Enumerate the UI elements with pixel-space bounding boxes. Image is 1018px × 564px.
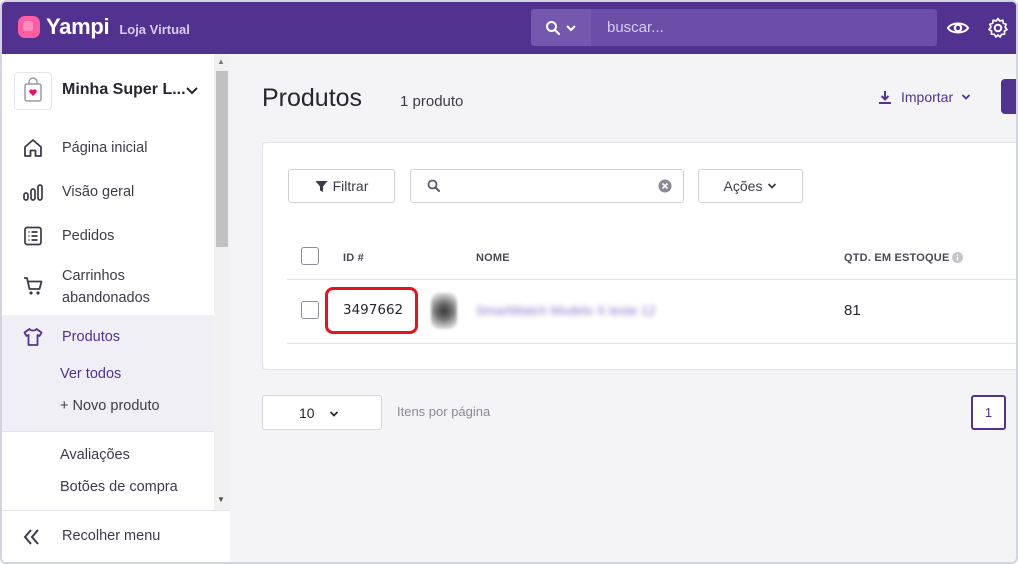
highlight-annotation: [325, 287, 418, 334]
per-page-select[interactable]: 10: [262, 395, 382, 430]
per-page-value: 10: [299, 405, 315, 421]
brand-name: Yampi: [46, 14, 110, 39]
list-icon: [24, 226, 42, 246]
sidebar-item-reviews[interactable]: Avaliações: [60, 447, 130, 463]
cart-icon: [24, 277, 43, 295]
import-button[interactable]: Importar: [877, 89, 971, 105]
sidebar-item-orders[interactable]: Pedidos: [2, 224, 214, 248]
sidebar-item-label: Produtos: [62, 329, 121, 345]
top-bar: Yampi Loja Virtual buscar...: [2, 2, 1016, 54]
yampi-logo-icon: [18, 16, 40, 38]
bar-chart-icon: [23, 184, 43, 201]
search-scope-button[interactable]: [531, 9, 591, 46]
product-count: 1 produto: [400, 93, 464, 110]
sidebar: Minha Super L... Página inicial Visão ge…: [2, 54, 230, 562]
double-chevron-left-icon: [23, 529, 39, 545]
row-divider: [287, 343, 1016, 344]
info-icon[interactable]: [952, 252, 963, 263]
store-switcher[interactable]: Minha Super L...: [2, 54, 214, 126]
shirt-icon: [23, 328, 43, 346]
chevron-down-icon: [961, 94, 971, 100]
chevron-down-icon: [186, 87, 198, 95]
product-stock-qty: 81: [844, 302, 861, 319]
new-product-button[interactable]: [1001, 79, 1016, 114]
sidebar-item-label: Carrinhos abandonados: [62, 268, 150, 306]
pagination-page-1[interactable]: 1: [971, 395, 1006, 430]
import-label: Importar: [901, 89, 954, 105]
sidebar-item-abandoned-carts[interactable]: Carrinhos abandonados: [2, 264, 214, 308]
sidebar-subitem-view-all[interactable]: Ver todos: [60, 366, 121, 382]
clear-icon[interactable]: [658, 179, 672, 193]
product-name-link[interactable]: SmartWatch Modelo X teste 12: [476, 303, 655, 318]
sidebar-item-label: Página inicial: [62, 140, 148, 156]
actions-dropdown[interactable]: Ações: [698, 169, 803, 203]
app-window: Yampi Loja Virtual buscar... Minha Super…: [0, 0, 1018, 564]
sidebar-subitem-new-product[interactable]: + Novo produto: [60, 398, 160, 414]
sidebar-item-label: Pedidos: [62, 228, 115, 244]
sidebar-item-buy-buttons[interactable]: Botões de compra: [60, 479, 178, 495]
sidebar-scrollbar-thumb[interactable]: [216, 71, 228, 247]
products-table-card: Filtrar Ações ID # NOME QTD. EM ESTOQUE …: [262, 142, 1016, 370]
sidebar-item-overview[interactable]: Visão geral: [2, 180, 214, 204]
per-page-label: Itens por página: [397, 404, 491, 419]
column-header-name[interactable]: NOME: [476, 252, 510, 264]
actions-label: Ações: [723, 178, 763, 194]
chevron-down-icon: [566, 24, 576, 31]
sidebar-item-home[interactable]: Página inicial: [2, 136, 214, 160]
select-all-checkbox[interactable]: [301, 247, 319, 265]
logo[interactable]: Yampi Loja Virtual: [18, 14, 190, 40]
store-name: Minha Super L...: [62, 81, 186, 98]
search-icon: [546, 20, 561, 35]
column-header-stock[interactable]: QTD. EM ESTOQUE: [844, 252, 949, 264]
product-thumbnail[interactable]: [431, 293, 457, 329]
scroll-down-arrow-icon[interactable]: ▼: [217, 495, 225, 504]
chevron-down-icon: [768, 183, 777, 189]
filter-label: Filtrar: [332, 178, 369, 194]
row-checkbox[interactable]: [301, 301, 319, 319]
eye-icon[interactable]: [946, 16, 970, 40]
download-icon: [879, 91, 891, 104]
scroll-up-arrow-icon[interactable]: ▲: [217, 57, 225, 66]
header-divider: [287, 279, 1016, 280]
collapse-menu-button[interactable]: Recolher menu: [2, 510, 230, 562]
funnel-icon: [315, 180, 328, 192]
global-search: buscar...: [531, 9, 937, 46]
chevron-down-icon: [329, 411, 339, 417]
sidebar-item-label: Visão geral: [62, 184, 135, 200]
brand-subtitle: Loja Virtual: [119, 21, 190, 37]
table-search-input[interactable]: [410, 169, 684, 203]
page-title: Produtos: [262, 84, 363, 112]
store-logo: [14, 72, 52, 110]
search-input[interactable]: buscar...: [607, 19, 664, 36]
gear-icon[interactable]: [986, 16, 1010, 40]
filter-button[interactable]: Filtrar: [288, 169, 395, 203]
divider: [2, 431, 214, 432]
collapse-menu-label: Recolher menu: [62, 528, 161, 544]
shopping-bag-icon: [24, 77, 42, 102]
home-icon: [24, 139, 42, 157]
sidebar-item-products[interactable]: Produtos: [2, 325, 214, 349]
column-header-id[interactable]: ID #: [343, 252, 364, 264]
search-icon: [427, 179, 440, 192]
